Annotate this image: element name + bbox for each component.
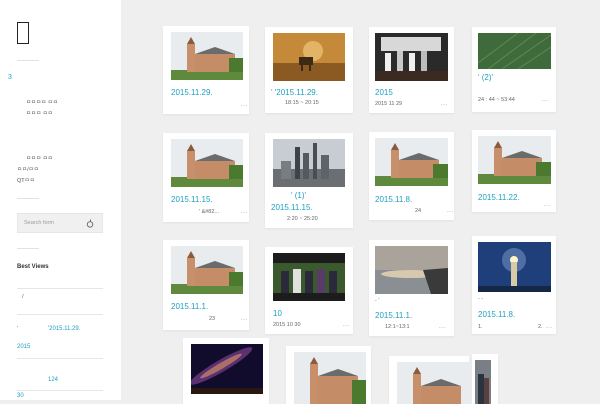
list-divider: [17, 390, 103, 391]
post-meta: 2015 11 29: [375, 101, 403, 107]
search-icon[interactable]: [85, 218, 96, 229]
post-meta: 24: [415, 208, 422, 214]
search-input[interactable]: Search form: [24, 220, 54, 226]
best-views-title: Best Views: [17, 264, 49, 270]
best-view-item[interactable]: ': [17, 326, 18, 332]
post-pre-title: - ': [375, 298, 380, 304]
post-meta: 2:20 ~ 25:20: [287, 216, 318, 222]
post-card[interactable]: ' '2015.11.29. 18:15 ~ 20:15: [265, 27, 353, 113]
post-title[interactable]: 2015.11.29.: [171, 88, 213, 97]
post-meta: 1.: [478, 324, 483, 330]
list-divider: [17, 314, 103, 315]
post-title[interactable]: 2015.11.22.: [478, 193, 520, 202]
more-link[interactable]: ...: [447, 208, 454, 214]
post-card[interactable]: 2015 2015 11 29 ...: [369, 27, 454, 113]
site-logo-icon[interactable]: [17, 22, 29, 44]
post-title[interactable]: 10: [273, 309, 282, 318]
post-meta: 24 : 44 ~ 53:44: [478, 97, 515, 103]
post-card[interactable]: ' (2)' 24 : 44 ~ 53:44 ...: [472, 27, 556, 112]
link-item-1[interactable]: ㅁㅁㅁ ㅁㅁ: [26, 154, 53, 162]
people-thumbnail[interactable]: [475, 360, 491, 404]
post-card[interactable]: 2015.11.8. 24 ...: [369, 132, 454, 220]
list-divider: [17, 288, 103, 289]
worship-thumbnail[interactable]: [375, 33, 448, 81]
link-item-qt[interactable]: QTㅁㅁ: [17, 176, 35, 184]
post-meta: 2015 10 30: [273, 322, 301, 328]
post-meta: ' &#82...: [199, 209, 220, 215]
group-photo-thumbnail[interactable]: [273, 253, 345, 301]
more-link[interactable]: ...: [542, 97, 549, 103]
church-thumbnail[interactable]: [171, 139, 243, 187]
post-card[interactable]: - ' 2015.11.1. 12:1~13:1 ...: [369, 240, 454, 336]
list-divider: [17, 358, 103, 359]
divider: [17, 248, 39, 249]
post-card[interactable]: 10 2015 10 30 ...: [265, 247, 353, 334]
more-link[interactable]: ...: [439, 324, 446, 330]
church-thumbnail[interactable]: [375, 138, 448, 186]
more-link[interactable]: ...: [241, 102, 248, 108]
more-link[interactable]: ...: [241, 316, 248, 322]
more-link[interactable]: ...: [441, 101, 448, 107]
menu-item-1[interactable]: ㅁㅁㅁㅁ ㅁㅁ: [26, 98, 58, 106]
post-title[interactable]: 2015.11.8.: [375, 195, 412, 204]
post-card[interactable]: ' (1)' 2015.11.15. 2:20 ~ 25:20: [265, 133, 353, 228]
post-meta: 23: [209, 316, 216, 322]
post-title[interactable]: 2015.11.1.: [171, 302, 208, 311]
post-title[interactable]: ' (2)': [478, 73, 493, 82]
best-view-item[interactable]: 124: [48, 377, 58, 383]
church-thumbnail[interactable]: [171, 246, 243, 294]
post-title[interactable]: 2015.11.15.: [171, 195, 213, 204]
post-card[interactable]: 2015.11.22. ...: [472, 130, 556, 212]
post-meta: 12:1~13:1: [385, 324, 410, 330]
more-link[interactable]: ...: [546, 324, 553, 330]
post-card[interactable]: [183, 338, 269, 404]
sunset-cliff-thumbnail[interactable]: [375, 246, 448, 294]
more-link[interactable]: ...: [343, 322, 350, 328]
best-view-item[interactable]: /: [22, 294, 24, 300]
post-card[interactable]: [389, 356, 469, 404]
sidebar: 3 ㅁㅁㅁㅁ ㅁㅁ ㅁㅁㅁ ㅁㅁ ㅁㅁㅁ ㅁㅁ ㅁㅁ/ㅁㅁ QTㅁㅁ Searc…: [0, 0, 121, 400]
post-card[interactable]: - - 2015.11.8. 1. 2. ...: [472, 236, 556, 334]
field-thumbnail[interactable]: [478, 33, 551, 69]
best-view-item-date[interactable]: '2015.11.29.: [48, 326, 80, 332]
post-title[interactable]: 2015.11.8.: [478, 310, 515, 319]
post-meta: 18:15 ~ 20:15: [285, 100, 319, 106]
link-item-2[interactable]: ㅁㅁ/ㅁㅁ: [17, 165, 39, 173]
city-thumbnail[interactable]: [273, 139, 345, 187]
post-card[interactable]: 2015.11.29. ...: [163, 26, 249, 114]
post-card[interactable]: [286, 346, 371, 404]
church-thumbnail[interactable]: [294, 352, 366, 404]
post-title[interactable]: ' '2015.11.29.: [271, 88, 318, 97]
best-view-item[interactable]: 30: [17, 393, 24, 399]
milky-way-thumbnail[interactable]: [191, 344, 263, 394]
church-thumbnail[interactable]: [478, 136, 551, 184]
post-meta-2: 2.: [538, 324, 543, 330]
search-form[interactable]: Search form: [17, 213, 103, 233]
post-title-date[interactable]: 2015.11.15.: [271, 203, 313, 212]
deer-thumbnail[interactable]: [273, 33, 345, 81]
post-card[interactable]: 2015.11.15. ' &#82... ...: [163, 133, 249, 222]
post-title[interactable]: 2015: [375, 88, 393, 97]
post-pre-title: - -: [478, 296, 484, 302]
more-link[interactable]: ...: [544, 202, 551, 208]
post-title[interactable]: 2015.11.1.: [375, 311, 412, 320]
more-link[interactable]: ...: [241, 209, 248, 215]
post-title[interactable]: ' (1)': [291, 191, 306, 200]
post-card[interactable]: [472, 354, 498, 404]
menu-item-2[interactable]: ㅁㅁㅁ ㅁㅁ: [26, 109, 53, 117]
church-thumbnail[interactable]: [171, 32, 243, 80]
best-view-item[interactable]: 2015: [17, 344, 30, 350]
menu-count-badge: 3: [8, 74, 12, 81]
divider: [17, 60, 39, 61]
church-thumbnail[interactable]: [397, 362, 469, 404]
lighthouse-thumbnail[interactable]: [478, 242, 551, 292]
divider: [17, 198, 39, 199]
post-card[interactable]: 2015.11.1. 23 ...: [163, 240, 249, 330]
